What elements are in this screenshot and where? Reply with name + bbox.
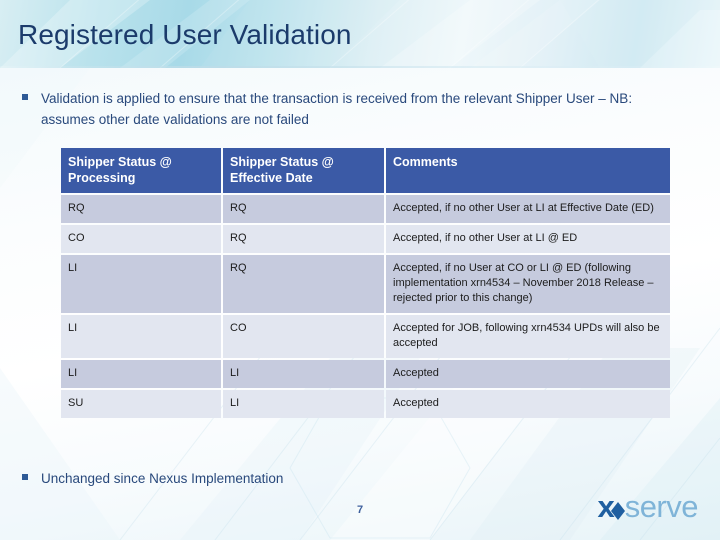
cell-status-processing: LI bbox=[61, 360, 221, 388]
cell-comments: Accepted bbox=[386, 360, 670, 388]
cell-status-effective: LI bbox=[223, 360, 384, 388]
logo-serve-text: serve bbox=[624, 488, 699, 524]
cell-status-effective: RQ bbox=[223, 255, 384, 313]
cell-status-processing: CO bbox=[61, 225, 221, 253]
bullet-bottom-text: Unchanged since Nexus Implementation bbox=[41, 471, 284, 486]
bullet-item-top: Validation is applied to ensure that the… bbox=[22, 88, 692, 130]
cell-comments: Accepted, if no User at CO or LI @ ED (f… bbox=[386, 255, 670, 313]
cell-comments: Accepted bbox=[386, 390, 670, 418]
table-header-row: Shipper Status @ Processing Shipper Stat… bbox=[61, 148, 670, 193]
cell-status-processing: LI bbox=[61, 315, 221, 358]
table-row: CO RQ Accepted, if no other User at LI @… bbox=[61, 225, 670, 253]
column-header-status-effective: Shipper Status @ Effective Date bbox=[223, 148, 384, 193]
bullet-top-text: Validation is applied to ensure that the… bbox=[41, 91, 633, 127]
bullet-square-icon bbox=[22, 94, 28, 100]
bullet-item-bottom: Unchanged since Nexus Implementation bbox=[22, 468, 522, 489]
column-header-status-processing: Shipper Status @ Processing bbox=[61, 148, 221, 193]
cell-status-effective: RQ bbox=[223, 195, 384, 223]
cell-status-effective: CO bbox=[223, 315, 384, 358]
table-row: RQ RQ Accepted, if no other User at LI a… bbox=[61, 195, 670, 223]
table-row: LI CO Accepted for JOB, following xrn453… bbox=[61, 315, 670, 358]
validation-table: Shipper Status @ Processing Shipper Stat… bbox=[59, 146, 672, 420]
cell-status-processing: RQ bbox=[61, 195, 221, 223]
slide: Registered User Validation Validation is… bbox=[0, 0, 720, 540]
bullet-square-icon bbox=[22, 474, 28, 480]
cell-comments: Accepted, if no other User at LI @ ED bbox=[386, 225, 670, 253]
diamond-icon bbox=[610, 501, 625, 520]
cell-comments: Accepted for JOB, following xrn4534 UPDs… bbox=[386, 315, 670, 358]
cell-status-processing: LI bbox=[61, 255, 221, 313]
page-title: Registered User Validation bbox=[18, 19, 352, 50]
table-row: LI LI Accepted bbox=[61, 360, 670, 388]
cell-comments: Accepted, if no other User at LI at Effe… bbox=[386, 195, 670, 223]
column-header-comments: Comments bbox=[386, 148, 670, 193]
xoserve-logo: x serve bbox=[597, 489, 698, 523]
table-row: SU LI Accepted bbox=[61, 390, 670, 418]
cell-status-effective: RQ bbox=[223, 225, 384, 253]
cell-status-effective: LI bbox=[223, 390, 384, 418]
cell-status-processing: SU bbox=[61, 390, 221, 418]
table-row: LI RQ Accepted, if no User at CO or LI @… bbox=[61, 255, 670, 313]
